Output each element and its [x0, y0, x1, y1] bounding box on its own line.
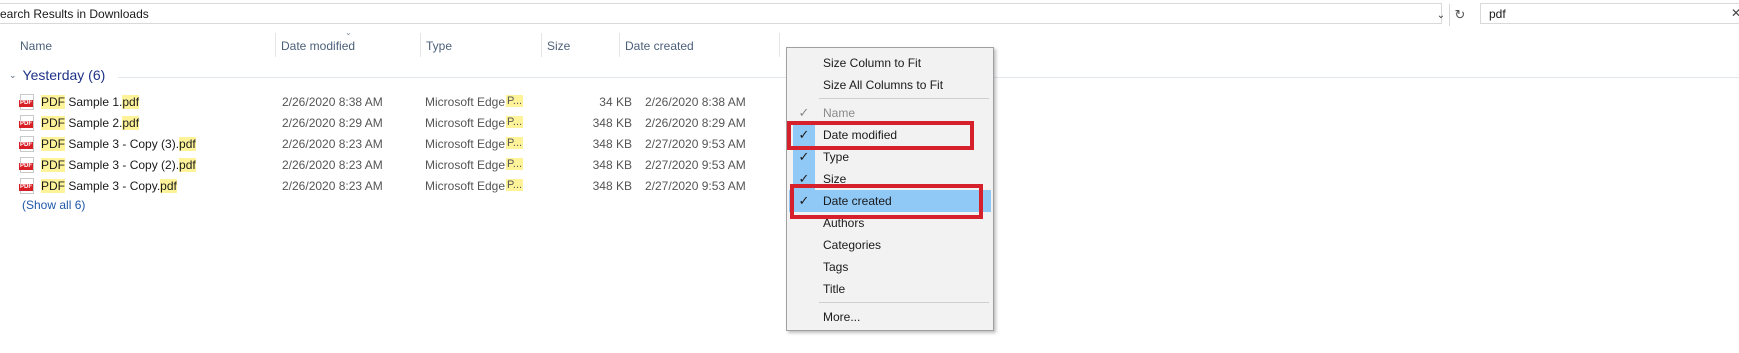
file-date-created: 2/27/2020 9:53 AM: [645, 158, 746, 172]
menu-separator: [819, 302, 989, 303]
pdf-file-icon: PDF: [19, 94, 34, 110]
group-header-label: Yesterday (6): [22, 67, 106, 83]
file-name: PDF Sample 3 - Copy.pdf: [41, 179, 177, 193]
file-row[interactable]: PDF PDF Sample 3 - Copy (3).pdf 2/26/202…: [19, 135, 780, 154]
menu-item-size-all-columns-to-fit[interactable]: Size All Columns to Fit: [789, 74, 991, 96]
column-header-size[interactable]: Size: [542, 32, 619, 60]
file-row[interactable]: PDF PDF Sample 2.pdf 2/26/2020 8:29 AM M…: [19, 114, 780, 133]
file-name: PDF Sample 3 - Copy (2).pdf: [41, 158, 196, 172]
file-name: PDF Sample 3 - Copy (3).pdf: [41, 137, 196, 151]
column-header-date-created[interactable]: Date created: [620, 32, 780, 60]
column-header-name[interactable]: Name: [15, 32, 275, 60]
file-date-created: 2/26/2020 8:38 AM: [645, 95, 746, 109]
address-bar-text: earch Results in Downloads: [0, 7, 149, 21]
file-size: 348 KB: [592, 137, 632, 151]
file-type-highlight: P...: [506, 95, 524, 107]
file-type-highlight: P...: [506, 179, 524, 191]
file-type-highlight: P...: [506, 137, 524, 149]
file-row[interactable]: PDF PDF Sample 3 - Copy (2).pdf 2/26/202…: [19, 156, 780, 175]
file-date-modified: 2/26/2020 8:29 AM: [282, 116, 383, 130]
file-size: 348 KB: [592, 179, 632, 193]
menu-item-size-column-to-fit[interactable]: Size Column to Fit: [789, 52, 991, 74]
show-all-link[interactable]: (Show all 6): [22, 198, 85, 212]
menu-item-title[interactable]: Title: [789, 278, 991, 300]
column-header-type-label: Type: [426, 39, 453, 53]
file-size: 348 KB: [592, 116, 632, 130]
pdf-file-icon: PDF: [19, 136, 34, 152]
column-header-type[interactable]: Type: [421, 32, 541, 60]
pdf-file-icon: PDF: [19, 115, 34, 131]
pdf-file-icon: PDF: [19, 157, 34, 173]
file-type-highlight: P...: [506, 116, 524, 128]
column-header-name-label: Name: [20, 39, 53, 53]
column-header-date-created-label: Date created: [625, 39, 694, 53]
menu-item-tags[interactable]: Tags: [789, 256, 991, 278]
group-header-yesterday[interactable]: ⌄ Yesterday (6): [9, 67, 105, 83]
file-size: 348 KB: [592, 158, 632, 172]
file-date-modified: 2/26/2020 8:23 AM: [282, 158, 383, 172]
file-date-created: 2/27/2020 9:53 AM: [645, 137, 746, 151]
chevron-down-icon[interactable]: ⌄: [1433, 4, 1449, 26]
annotation-box-date-modified: [787, 121, 974, 150]
column-divider[interactable]: [779, 33, 780, 57]
refresh-icon[interactable]: ↻: [1449, 4, 1470, 26]
address-bar[interactable]: earch Results in Downloads: [0, 3, 1442, 24]
file-date-created: 2/27/2020 9:53 AM: [645, 179, 746, 193]
menu-item-more[interactable]: More...: [789, 306, 991, 328]
column-header-size-label: Size: [547, 39, 571, 53]
search-box[interactable]: [1480, 3, 1739, 24]
annotation-box-date-created: [790, 184, 983, 219]
file-date-modified: 2/26/2020 8:23 AM: [282, 137, 383, 151]
column-header-date-modified-label: Date modified: [281, 39, 356, 53]
close-icon[interactable]: ✕: [1731, 6, 1739, 20]
file-row[interactable]: PDF PDF Sample 1.pdf 2/26/2020 8:38 AM M…: [19, 93, 780, 112]
menu-item-categories[interactable]: Categories: [789, 234, 991, 256]
file-name: PDF Sample 1.pdf: [41, 95, 140, 109]
file-date-modified: 2/26/2020 8:38 AM: [282, 95, 383, 109]
file-type-highlight: P...: [506, 158, 524, 170]
search-input[interactable]: [1489, 4, 1709, 23]
file-date-created: 2/26/2020 8:29 AM: [645, 116, 746, 130]
pdf-file-icon: PDF: [19, 178, 34, 194]
file-name: PDF Sample 2.pdf: [41, 116, 140, 130]
file-date-modified: 2/26/2020 8:23 AM: [282, 179, 383, 193]
column-header-date-modified[interactable]: Date modified: [276, 32, 420, 60]
chevron-down-icon[interactable]: ⌄: [9, 70, 17, 81]
file-row[interactable]: PDF PDF Sample 3 - Copy.pdf 2/26/2020 8:…: [19, 177, 780, 196]
file-explorer-window: earch Results in Downloads ⌄ ↻ ✕ Name ⌄ …: [0, 0, 1739, 353]
file-size: 34 KB: [599, 95, 632, 109]
menu-separator: [819, 98, 989, 99]
